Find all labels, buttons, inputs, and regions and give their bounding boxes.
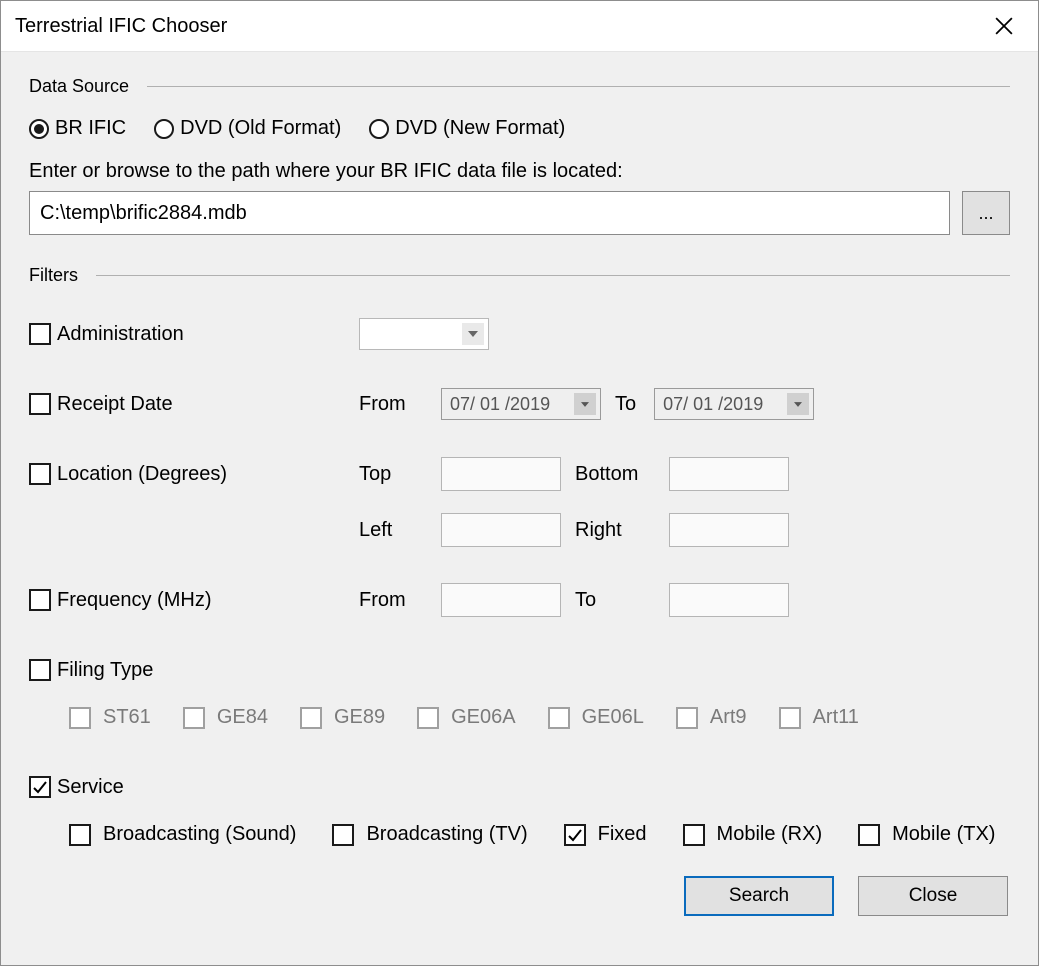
window-title: Terrestrial IFIC Chooser	[15, 15, 227, 38]
label-broadcasting-sound: Broadcasting (Sound)	[103, 823, 296, 846]
filters-section: Administration Receipt Date From	[29, 306, 1010, 846]
titlebar: Terrestrial IFIC Chooser	[1, 1, 1038, 51]
row-frequency: Frequency (MHz) From To	[29, 572, 1010, 628]
to-label: To	[615, 393, 636, 416]
label-ge89: GE89	[334, 706, 385, 729]
top-label: Top	[359, 463, 427, 486]
date-value: 07/ 01 /2019	[450, 394, 550, 415]
label-ge06a: GE06A	[451, 706, 515, 729]
path-row: ...	[29, 191, 1010, 235]
checkbox-art9	[676, 707, 698, 729]
divider	[96, 275, 1010, 276]
label-fixed: Fixed	[598, 823, 647, 846]
from-label: From	[359, 589, 427, 612]
date-value: 07/ 01 /2019	[663, 394, 763, 415]
radio-dot-icon	[369, 119, 389, 139]
path-input[interactable]	[29, 191, 950, 235]
checkbox-service[interactable]	[29, 776, 51, 798]
label-mobile-tx: Mobile (TX)	[892, 823, 995, 846]
label-mobile-rx: Mobile (RX)	[717, 823, 823, 846]
chevron-down-icon	[462, 323, 484, 345]
checkbox-ge84	[183, 707, 205, 729]
frequency-from-input[interactable]	[441, 583, 561, 617]
dialog-body: Data Source BR IFIC DVD (Old Format) DVD…	[1, 51, 1038, 965]
dialog-window: Terrestrial IFIC Chooser Data Source BR …	[0, 0, 1039, 966]
location-bottom-input[interactable]	[669, 457, 789, 491]
group-label: Data Source	[29, 76, 129, 97]
checkbox-ge06a	[417, 707, 439, 729]
administration-combo[interactable]	[359, 318, 489, 350]
checkbox-broadcasting-tv[interactable]	[332, 824, 354, 846]
checkbox-frequency[interactable]	[29, 589, 51, 611]
checkbox-fixed[interactable]	[564, 824, 586, 846]
chevron-down-icon	[574, 393, 596, 415]
label-art9: Art9	[710, 706, 747, 729]
radio-dot-icon	[29, 119, 49, 139]
checkbox-receipt-date[interactable]	[29, 393, 51, 415]
checkbox-filing-type[interactable]	[29, 659, 51, 681]
label-receipt-date: Receipt Date	[57, 393, 173, 416]
filing-type-options: ST61 GE84 GE89 GE06A GE06L Art9 Art11	[29, 706, 1010, 729]
label-art11: Art11	[813, 706, 859, 729]
location-top-input[interactable]	[441, 457, 561, 491]
checkbox-ge06l	[548, 707, 570, 729]
checkbox-st61	[69, 707, 91, 729]
row-filing-type: Filing Type	[29, 642, 1010, 698]
bottom-label: Bottom	[575, 463, 655, 486]
checkbox-administration[interactable]	[29, 323, 51, 345]
row-location-top: Location (Degrees) Top Bottom	[29, 446, 1010, 502]
label-service: Service	[57, 776, 124, 799]
label-broadcasting-tv: Broadcasting (TV)	[366, 823, 527, 846]
checkbox-location[interactable]	[29, 463, 51, 485]
checkbox-ge89	[300, 707, 322, 729]
label-ge06l: GE06L	[582, 706, 644, 729]
radio-br-ific[interactable]: BR IFIC	[29, 117, 126, 140]
label-administration: Administration	[57, 323, 184, 346]
data-source-radios: BR IFIC DVD (Old Format) DVD (New Format…	[29, 117, 1010, 140]
to-label: To	[575, 589, 655, 612]
close-icon[interactable]	[984, 6, 1024, 46]
radio-dvd-new[interactable]: DVD (New Format)	[369, 117, 565, 140]
group-label: Filters	[29, 265, 78, 286]
radio-label: BR IFIC	[55, 117, 126, 140]
location-left-input[interactable]	[441, 513, 561, 547]
row-administration: Administration	[29, 306, 1010, 362]
row-receipt-date: Receipt Date From 07/ 01 /2019 To 07/ 01…	[29, 376, 1010, 432]
row-service: Service	[29, 759, 1010, 815]
chevron-down-icon	[787, 393, 809, 415]
row-location-left: Left Right	[29, 502, 1010, 558]
data-source-heading: Data Source	[29, 76, 1010, 97]
location-right-input[interactable]	[669, 513, 789, 547]
button-row: Search Close	[29, 876, 1010, 916]
service-options: Broadcasting (Sound) Broadcasting (TV) F…	[29, 823, 1010, 846]
label-filing-type: Filing Type	[57, 659, 153, 682]
checkbox-art11	[779, 707, 801, 729]
receipt-to-date[interactable]: 07/ 01 /2019	[654, 388, 814, 420]
divider	[147, 86, 1010, 87]
path-prompt: Enter or browse to the path where your B…	[29, 160, 1010, 183]
label-st61: ST61	[103, 706, 151, 729]
filters-heading: Filters	[29, 265, 1010, 286]
left-label: Left	[359, 519, 427, 542]
radio-label: DVD (Old Format)	[180, 117, 341, 140]
from-label: From	[359, 393, 427, 416]
frequency-to-input[interactable]	[669, 583, 789, 617]
search-button[interactable]: Search	[684, 876, 834, 916]
radio-label: DVD (New Format)	[395, 117, 565, 140]
radio-dvd-old[interactable]: DVD (Old Format)	[154, 117, 341, 140]
checkbox-broadcasting-sound[interactable]	[69, 824, 91, 846]
browse-button[interactable]: ...	[962, 191, 1010, 235]
label-ge84: GE84	[217, 706, 268, 729]
label-location: Location (Degrees)	[57, 463, 227, 486]
checkbox-mobile-tx[interactable]	[858, 824, 880, 846]
close-button[interactable]: Close	[858, 876, 1008, 916]
right-label: Right	[575, 519, 655, 542]
radio-dot-icon	[154, 119, 174, 139]
label-frequency: Frequency (MHz)	[57, 589, 211, 612]
checkbox-mobile-rx[interactable]	[683, 824, 705, 846]
receipt-from-date[interactable]: 07/ 01 /2019	[441, 388, 601, 420]
